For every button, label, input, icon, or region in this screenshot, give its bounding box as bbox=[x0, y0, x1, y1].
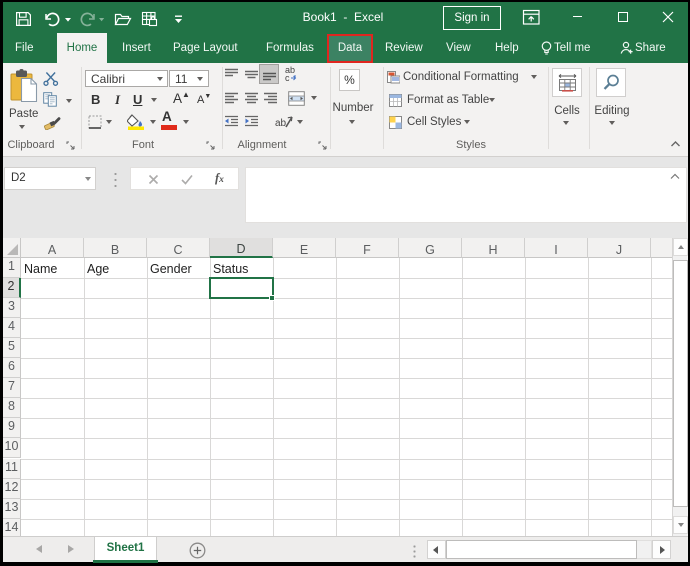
svg-text:ab: ab bbox=[275, 118, 287, 129]
svg-text:c: c bbox=[285, 73, 290, 82]
